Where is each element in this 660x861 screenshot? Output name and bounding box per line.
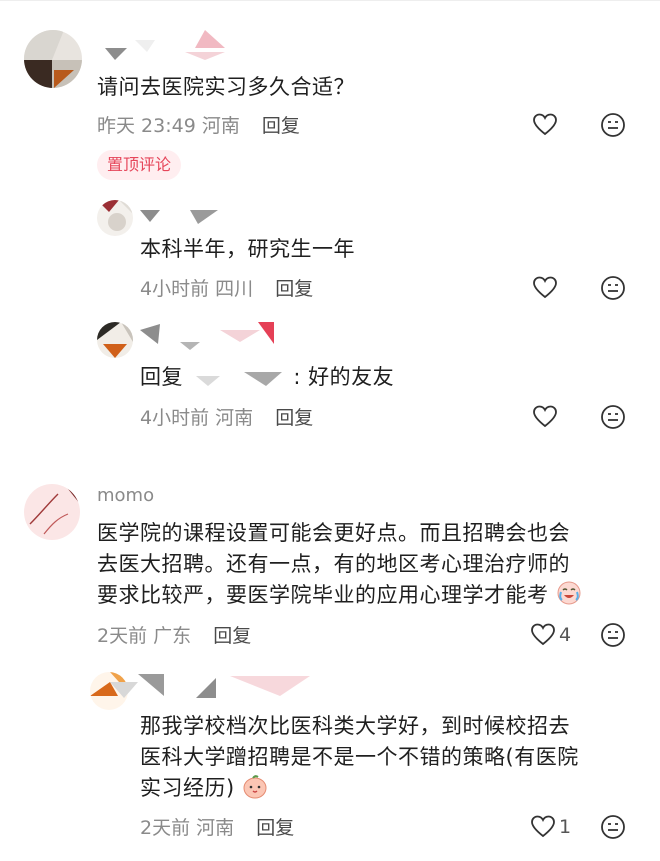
- comment-line: 去医大招聘。还有一点，有的地区考心理治疗师的: [97, 552, 570, 576]
- heart-icon[interactable]: [530, 814, 556, 840]
- comment-text: 回复 : 好的友友: [140, 362, 394, 393]
- emoji-face-icon[interactable]: [600, 404, 626, 430]
- comment-time: 4小时前: [140, 407, 210, 429]
- user-avatar[interactable]: [97, 200, 133, 236]
- user-avatar[interactable]: [97, 322, 133, 358]
- heart-icon[interactable]: [532, 404, 558, 430]
- like-count: 1: [559, 816, 572, 838]
- comment-meta: 2天前 河南 回复: [140, 816, 294, 840]
- comment-line: 那我学校档次比医科类大学好，到时候校招去: [140, 714, 570, 738]
- comment-text: 本科半年，研究生一年: [140, 237, 355, 261]
- emoji-face-icon[interactable]: [600, 814, 626, 840]
- comment-meta: 2天前 广东 回复: [97, 624, 251, 648]
- reply-button[interactable]: 回复: [262, 115, 300, 137]
- comment-location: 河南: [201, 115, 240, 137]
- heart-icon[interactable]: [530, 622, 556, 648]
- reply-prefix: 回复: [140, 365, 183, 389]
- like-count: 4: [559, 624, 572, 646]
- user-avatar[interactable]: [24, 30, 82, 88]
- emoji-face-icon[interactable]: [600, 112, 626, 138]
- comment-meta: 4小时前 四川 回复: [140, 277, 313, 301]
- username-obscured[interactable]: [110, 672, 310, 702]
- comment-meta: 昨天 23:49 河南 回复: [97, 114, 300, 138]
- top-divider: [0, 0, 660, 1]
- comment-meta: 4小时前 河南 回复: [140, 406, 313, 430]
- comment-text: 请问去医院实习多久合适？: [97, 75, 355, 99]
- comment-location: 四川: [215, 278, 254, 300]
- username-obscured[interactable]: [140, 208, 240, 228]
- reply-button[interactable]: 回复: [275, 407, 313, 429]
- reply-body: : 好的友友: [293, 365, 395, 389]
- crying-laugh-emoji: [557, 581, 581, 605]
- username-obscured[interactable]: [140, 320, 280, 350]
- reply-button[interactable]: 回复: [213, 625, 251, 647]
- comment-text: 医学院的课程设置可能会更好点。而且招聘会也会 去医大招聘。还有一点，有的地区考心…: [97, 518, 582, 611]
- comment-text: 那我学校档次比医科类大学好，到时候校招去 医科大学蹭招聘是不是一个不错的策略(有…: [140, 711, 579, 804]
- comment-line: 要求比较严，要医学院毕业的应用心理学才能考: [97, 583, 549, 607]
- reply-button[interactable]: 回复: [256, 817, 294, 839]
- emoji-face-icon[interactable]: [600, 275, 626, 301]
- comment-line-last: 实习经历): [140, 773, 579, 804]
- comment-location: 河南: [215, 407, 254, 429]
- peach-emoji: [243, 775, 267, 799]
- comment-line: 医科大学蹭招聘是不是一个不错的策略(有医院: [140, 745, 579, 769]
- mentioned-username-obscured[interactable]: [190, 366, 286, 388]
- user-avatar[interactable]: [24, 484, 80, 540]
- comment-time: 2天前: [140, 817, 191, 839]
- comment-line: 医学院的课程设置可能会更好点。而且招聘会也会: [97, 521, 570, 545]
- reply-button[interactable]: 回复: [275, 278, 313, 300]
- heart-icon[interactable]: [532, 275, 558, 301]
- comment-location: 河南: [196, 817, 235, 839]
- comment-location: 广东: [153, 625, 192, 647]
- comment-time: 昨天 23:49: [97, 115, 196, 137]
- comment-time: 4小时前: [140, 278, 210, 300]
- username[interactable]: momo: [97, 485, 154, 506]
- pinned-badge: 置顶评论: [97, 150, 182, 180]
- heart-icon[interactable]: [532, 112, 558, 138]
- comment-time: 2天前: [97, 625, 148, 647]
- comment-line-last: 要求比较严，要医学院毕业的应用心理学才能考: [97, 580, 582, 611]
- emoji-face-icon[interactable]: [600, 622, 626, 648]
- username-obscured[interactable]: [95, 30, 255, 62]
- comment-line: 实习经历): [140, 776, 235, 800]
